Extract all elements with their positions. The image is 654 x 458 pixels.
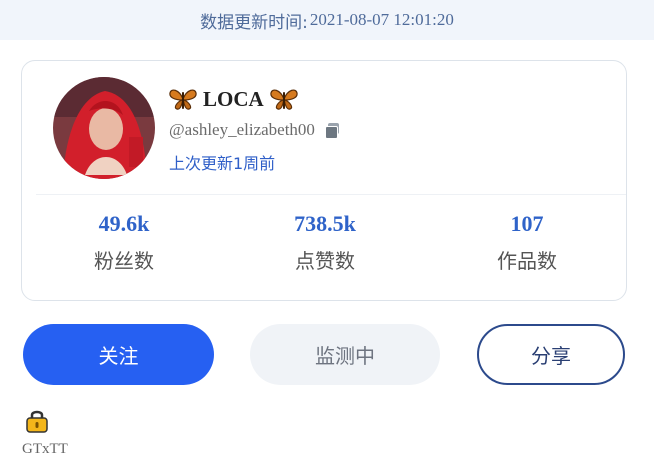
- profile-handle: @ashley_elizabeth00: [169, 120, 315, 139]
- stat-works: 107 作品数: [447, 211, 607, 274]
- stat-followers: 49.6k 粉丝数: [44, 211, 204, 274]
- lock-icon: [26, 410, 48, 433]
- stat-likes-value: 738.5k: [294, 211, 356, 236]
- copy-icon[interactable]: [324, 123, 339, 139]
- profile-name-row: LOCA: [169, 83, 298, 115]
- stat-works-label: 作品数: [497, 249, 557, 273]
- butterfly-icon: [270, 89, 298, 110]
- profile-name: LOCA: [203, 86, 264, 111]
- avatar[interactable]: [53, 77, 155, 179]
- stat-likes: 738.5k 点赞数: [245, 211, 405, 274]
- stat-works-value: 107: [510, 211, 544, 236]
- handle-row: @ashley_elizabeth00: [169, 120, 339, 140]
- bottom-partial-text: GTxTT: [22, 441, 68, 457]
- update-time-label: 数据更新时间:: [200, 12, 308, 33]
- update-time-value: 2021-08-07 12:01:20: [309, 10, 454, 29]
- data-update-banner: 数据更新时间: 2021-08-07 12:01:20: [0, 0, 654, 40]
- last-updated-link[interactable]: 上次更新1周前: [169, 150, 275, 174]
- share-button[interactable]: 分享: [477, 324, 625, 385]
- follow-button[interactable]: 关注: [23, 324, 214, 385]
- stat-followers-label: 粉丝数: [94, 249, 154, 273]
- stat-followers-value: 49.6k: [98, 211, 150, 236]
- stat-likes-label: 点赞数: [295, 249, 355, 273]
- profile-card: LOCA @ashley_elizabeth00 上次更新1周前 49.6k 粉…: [21, 60, 627, 301]
- monitoring-button[interactable]: 监测中: [250, 324, 440, 385]
- divider: [36, 194, 626, 195]
- butterfly-icon: [169, 89, 197, 110]
